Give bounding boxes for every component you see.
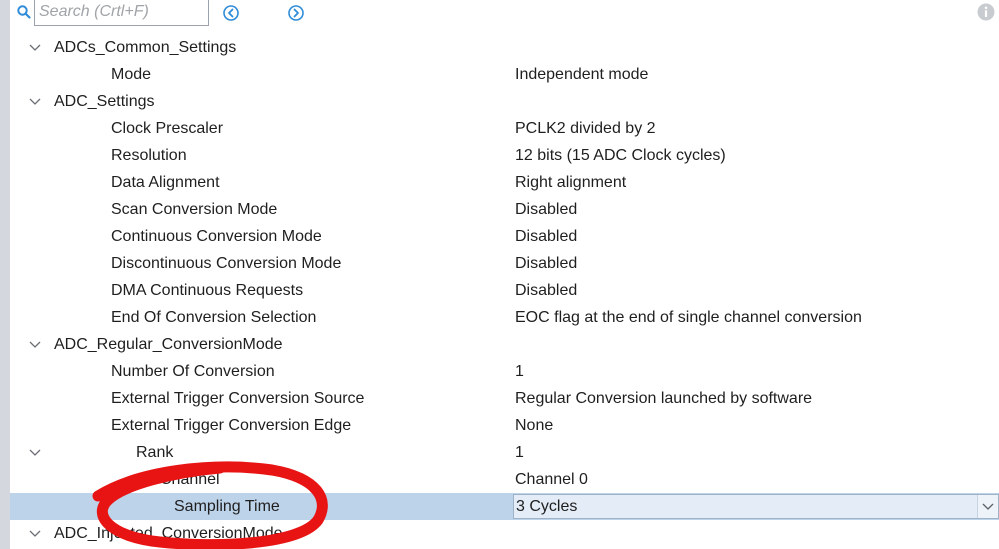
param-label: Channel — [160, 471, 220, 488]
param-value: Disabled — [515, 282, 578, 299]
param-value: Right alignment — [515, 174, 627, 191]
chevron-down-icon[interactable] — [28, 339, 42, 351]
param-row-clock-prescaler[interactable]: Clock Prescaler PCLK2 divided by 2 — [10, 115, 999, 142]
param-label: Data Alignment — [111, 174, 220, 191]
dropdown-arrow[interactable] — [977, 495, 998, 518]
param-label: Clock Prescaler — [111, 120, 224, 137]
tree-group-rank[interactable]: Rank 1 — [10, 439, 999, 466]
param-row-channel[interactable]: Channel Channel 0 — [10, 466, 999, 493]
chevron-down-icon[interactable] — [28, 447, 42, 459]
param-label: External Trigger Conversion Source — [111, 390, 365, 407]
circle-chevron-right-icon[interactable] — [287, 4, 305, 22]
tree-group-adc-settings[interactable]: ADC_Settings — [10, 88, 999, 115]
param-value: EOC flag at the end of single channel co… — [515, 309, 862, 326]
param-value: None — [515, 417, 554, 434]
param-label: Rank — [136, 444, 174, 461]
group-title: ADCs_Common_Settings — [54, 39, 237, 56]
chevron-down-icon[interactable] — [28, 96, 42, 108]
param-value: 1 — [515, 363, 524, 380]
chevron-down-icon[interactable] — [28, 42, 42, 54]
param-value: Regular Conversion launched by software — [515, 390, 813, 407]
param-label: External Trigger Conversion Edge — [111, 417, 352, 434]
param-row-scan-conversion-mode[interactable]: Scan Conversion Mode Disabled — [10, 196, 999, 223]
param-row-sampling-time[interactable]: Sampling Time 3 Cycles — [10, 493, 999, 520]
chevron-down-icon[interactable] — [28, 528, 42, 540]
param-row-continuous-conversion-mode[interactable]: Continuous Conversion Mode Disabled — [10, 223, 999, 250]
left-border-strip — [0, 0, 10, 549]
group-title: ADC_Regular_ConversionMode — [54, 336, 283, 353]
param-row-data-alignment[interactable]: Data Alignment Right alignment — [10, 169, 999, 196]
param-label: Sampling Time — [174, 498, 280, 515]
param-label: Resolution — [111, 147, 187, 164]
sampling-time-dropdown[interactable]: 3 Cycles — [513, 494, 999, 519]
param-row-mode[interactable]: Mode Independent mode — [10, 61, 999, 88]
param-label: DMA Continuous Requests — [111, 282, 304, 299]
parameter-toolbar — [10, 0, 999, 30]
param-value: Disabled — [515, 228, 578, 245]
param-value: PCLK2 divided by 2 — [515, 120, 656, 137]
param-row-discontinuous-conversion-mode[interactable]: Discontinuous Conversion Mode Disabled — [10, 250, 999, 277]
param-value: Disabled — [515, 201, 578, 218]
param-label: Mode — [111, 66, 152, 83]
param-value: 12 bits (15 ADC Clock cycles) — [515, 147, 726, 164]
param-label: End Of Conversion Selection — [111, 309, 317, 326]
param-value: 1 — [515, 444, 524, 461]
param-row-external-trigger-edge[interactable]: External Trigger Conversion Edge None — [10, 412, 999, 439]
search-input[interactable] — [39, 3, 199, 21]
search-box[interactable] — [17, 0, 209, 26]
param-value: Channel 0 — [515, 471, 588, 488]
param-row-resolution[interactable]: Resolution 12 bits (15 ADC Clock cycles) — [10, 142, 999, 169]
info-icon[interactable] — [976, 2, 996, 22]
tree-group-adcs-common-settings[interactable]: ADCs_Common_Settings — [10, 34, 999, 61]
param-row-dma-continuous-requests[interactable]: DMA Continuous Requests Disabled — [10, 277, 999, 304]
param-label: Scan Conversion Mode — [111, 201, 278, 218]
search-icon[interactable] — [16, 4, 32, 20]
param-label: Discontinuous Conversion Mode — [111, 255, 342, 272]
param-value: Independent mode — [515, 66, 649, 83]
group-title: ADC_Injected_ConversionMode — [54, 525, 283, 542]
circle-chevron-left-icon[interactable] — [222, 4, 240, 22]
param-row-end-of-conversion-selection[interactable]: End Of Conversion Selection EOC flag at … — [10, 304, 999, 331]
param-label: Number Of Conversion — [111, 363, 275, 380]
parameter-tree: ADCs_Common_Settings Mode Independent mo… — [10, 34, 999, 547]
param-row-number-of-conversion[interactable]: Number Of Conversion 1 — [10, 358, 999, 385]
dropdown-selected-value: 3 Cycles — [516, 498, 578, 515]
tree-group-adc-regular-conversionmode[interactable]: ADC_Regular_ConversionMode — [10, 331, 999, 358]
tree-group-adc-injected-conversionmode[interactable]: ADC_Injected_ConversionMode — [10, 520, 999, 547]
param-row-external-trigger-source[interactable]: External Trigger Conversion Source Regul… — [10, 385, 999, 412]
chevron-down-icon — [982, 503, 994, 510]
param-label: Continuous Conversion Mode — [111, 228, 322, 245]
group-title: ADC_Settings — [54, 93, 155, 110]
param-value: Disabled — [515, 255, 578, 272]
